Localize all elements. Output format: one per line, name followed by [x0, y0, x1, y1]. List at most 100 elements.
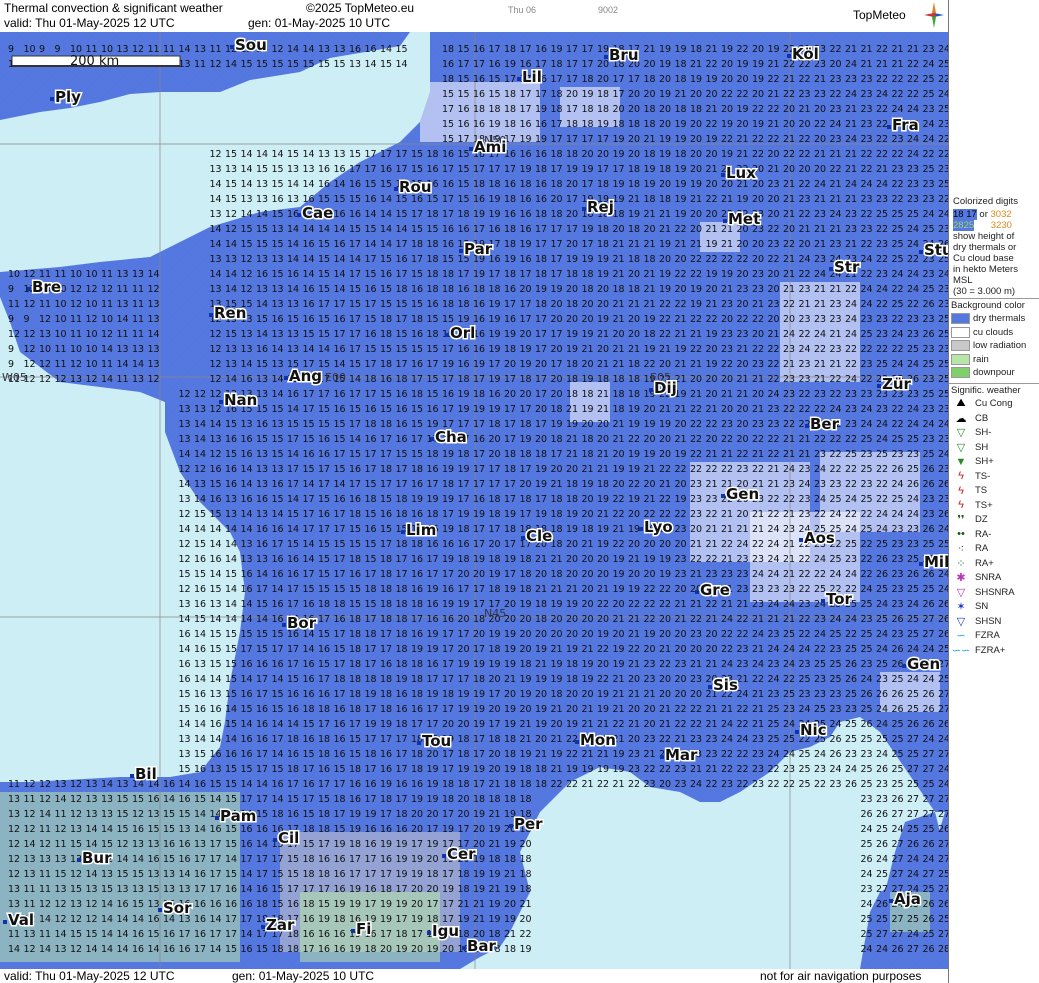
thermal-value: 21: [566, 584, 578, 595]
thermal-value: 22: [628, 479, 640, 490]
thermal-value: 17: [256, 854, 268, 865]
color-swatch: [951, 326, 970, 338]
thermal-value: 22: [706, 419, 718, 430]
thermal-value: 22: [892, 314, 904, 325]
thermal-value: 16: [241, 899, 253, 910]
thermal-value: 16: [442, 389, 454, 400]
thermal-value: 20: [659, 674, 671, 685]
thermal-value: 25: [923, 539, 935, 550]
thermal-value: 23: [845, 224, 857, 235]
thermal-value: 21: [752, 704, 764, 715]
thermal-value: 12: [8, 824, 20, 835]
city-label: Cha: [435, 428, 467, 446]
thermal-value: 13: [256, 509, 268, 520]
thermal-value: 18: [365, 374, 377, 385]
thermal-value: 22: [845, 509, 857, 520]
city-marker: [50, 97, 54, 101]
thermal-value: 15: [427, 389, 439, 400]
thermal-value: 20: [628, 314, 640, 325]
thermal-value: 14: [396, 224, 408, 235]
thermal-value: 23: [892, 164, 904, 175]
thermal-value: 19: [396, 854, 408, 865]
thermal-value: 16: [210, 824, 222, 835]
thermal-value: 24: [938, 44, 948, 55]
thermal-value: 12: [241, 254, 253, 265]
thermal-value: 17: [504, 569, 516, 580]
thermal-value: 16: [365, 434, 377, 445]
thermal-value: 17: [458, 479, 470, 490]
wx-legend-row: ▽ SH: [951, 441, 988, 454]
thermal-value: 21: [768, 89, 780, 100]
city-marker: [209, 313, 213, 317]
thermal-value: 21: [799, 299, 811, 310]
thunderstorm-light-icon: ϟ: [958, 470, 964, 482]
thermal-value: 18: [396, 374, 408, 385]
thermal-value: 20: [566, 689, 578, 700]
thermal-value: 14: [194, 734, 206, 745]
thermal-value: 18: [427, 269, 439, 280]
thermal-value: 22: [690, 614, 702, 625]
thermal-value: 22: [861, 554, 873, 565]
thermal-value: 15: [225, 794, 237, 805]
thermal-value: 21: [628, 689, 640, 700]
thermal-value: 13: [148, 359, 160, 370]
thermal-value: 18: [566, 119, 578, 130]
thermal-value: 14: [272, 674, 284, 685]
thermal-value: 20: [473, 569, 485, 580]
thermal-value: 20: [659, 74, 671, 85]
city-marker: [462, 946, 466, 950]
thermal-value: 21: [473, 914, 485, 925]
thermal-value: 19: [737, 104, 749, 115]
thermal-value: 20: [597, 344, 609, 355]
thermal-value: 13: [86, 884, 98, 895]
thermal-value: 22: [783, 419, 795, 430]
digits-text-line: dry thermals or: [953, 242, 1017, 253]
thermal-value: 19: [566, 344, 578, 355]
thermal-value: 19: [411, 869, 423, 880]
thermal-value: 15: [442, 134, 454, 145]
city-label: Bre: [32, 278, 61, 296]
copyright: ©2025 TopMeteo.eu: [306, 1, 415, 15]
thermal-value: 25: [907, 704, 919, 715]
bg-legend-label: downpour: [973, 367, 1015, 378]
thermal-value: 18: [489, 854, 501, 865]
thermal-value: 19: [380, 839, 392, 850]
thermal-value: 23: [799, 494, 811, 505]
thermal-value: 24: [845, 314, 857, 325]
thermal-value: 17: [396, 164, 408, 175]
thermal-value: 12: [86, 314, 98, 325]
thermal-value: 17: [396, 794, 408, 805]
thermal-value: 21: [659, 209, 671, 220]
weather-map[interactable]: 9 10 9 9 10 11 10 13 12 11 11 14 13 11 12 12 14 12 14 14 13 1…: [0, 32, 948, 969]
thermal-value: 16: [380, 659, 392, 670]
thermal-value: 11: [132, 314, 144, 325]
thermal-value: 18: [458, 869, 470, 880]
thermal-value: 19: [675, 44, 687, 55]
thermal-value: 20: [566, 704, 578, 715]
thermal-value: 25: [861, 524, 873, 535]
thermal-value: 23: [737, 554, 749, 565]
thermal-value: 21: [613, 779, 625, 790]
thermal-value: 22: [768, 104, 780, 115]
thermal-value: 21: [737, 524, 749, 535]
thermal-value: 16: [241, 494, 253, 505]
thermal-value: 17: [365, 254, 377, 265]
thermal-value: 12: [210, 374, 222, 385]
thermal-value: 21: [892, 44, 904, 55]
thermal-value: 21: [706, 104, 718, 115]
thermal-value: 16: [365, 779, 377, 790]
thermal-value: 18: [582, 389, 594, 400]
thermal-value: 12: [39, 779, 51, 790]
thermal-value: 19: [473, 764, 485, 775]
wx-legend-label: SH: [975, 441, 989, 453]
city-marker: [469, 147, 473, 151]
thermal-value: 24: [876, 629, 888, 640]
thermal-value: 15: [225, 839, 237, 850]
thermal-value: 16: [272, 614, 284, 625]
thermal-value: 19: [628, 449, 640, 460]
thermal-value: 15: [411, 449, 423, 460]
thermal-value: 16: [334, 614, 346, 625]
thermal-value: 16: [256, 704, 268, 715]
thermal-value: 22: [644, 599, 656, 610]
thermal-value: 20: [690, 224, 702, 235]
